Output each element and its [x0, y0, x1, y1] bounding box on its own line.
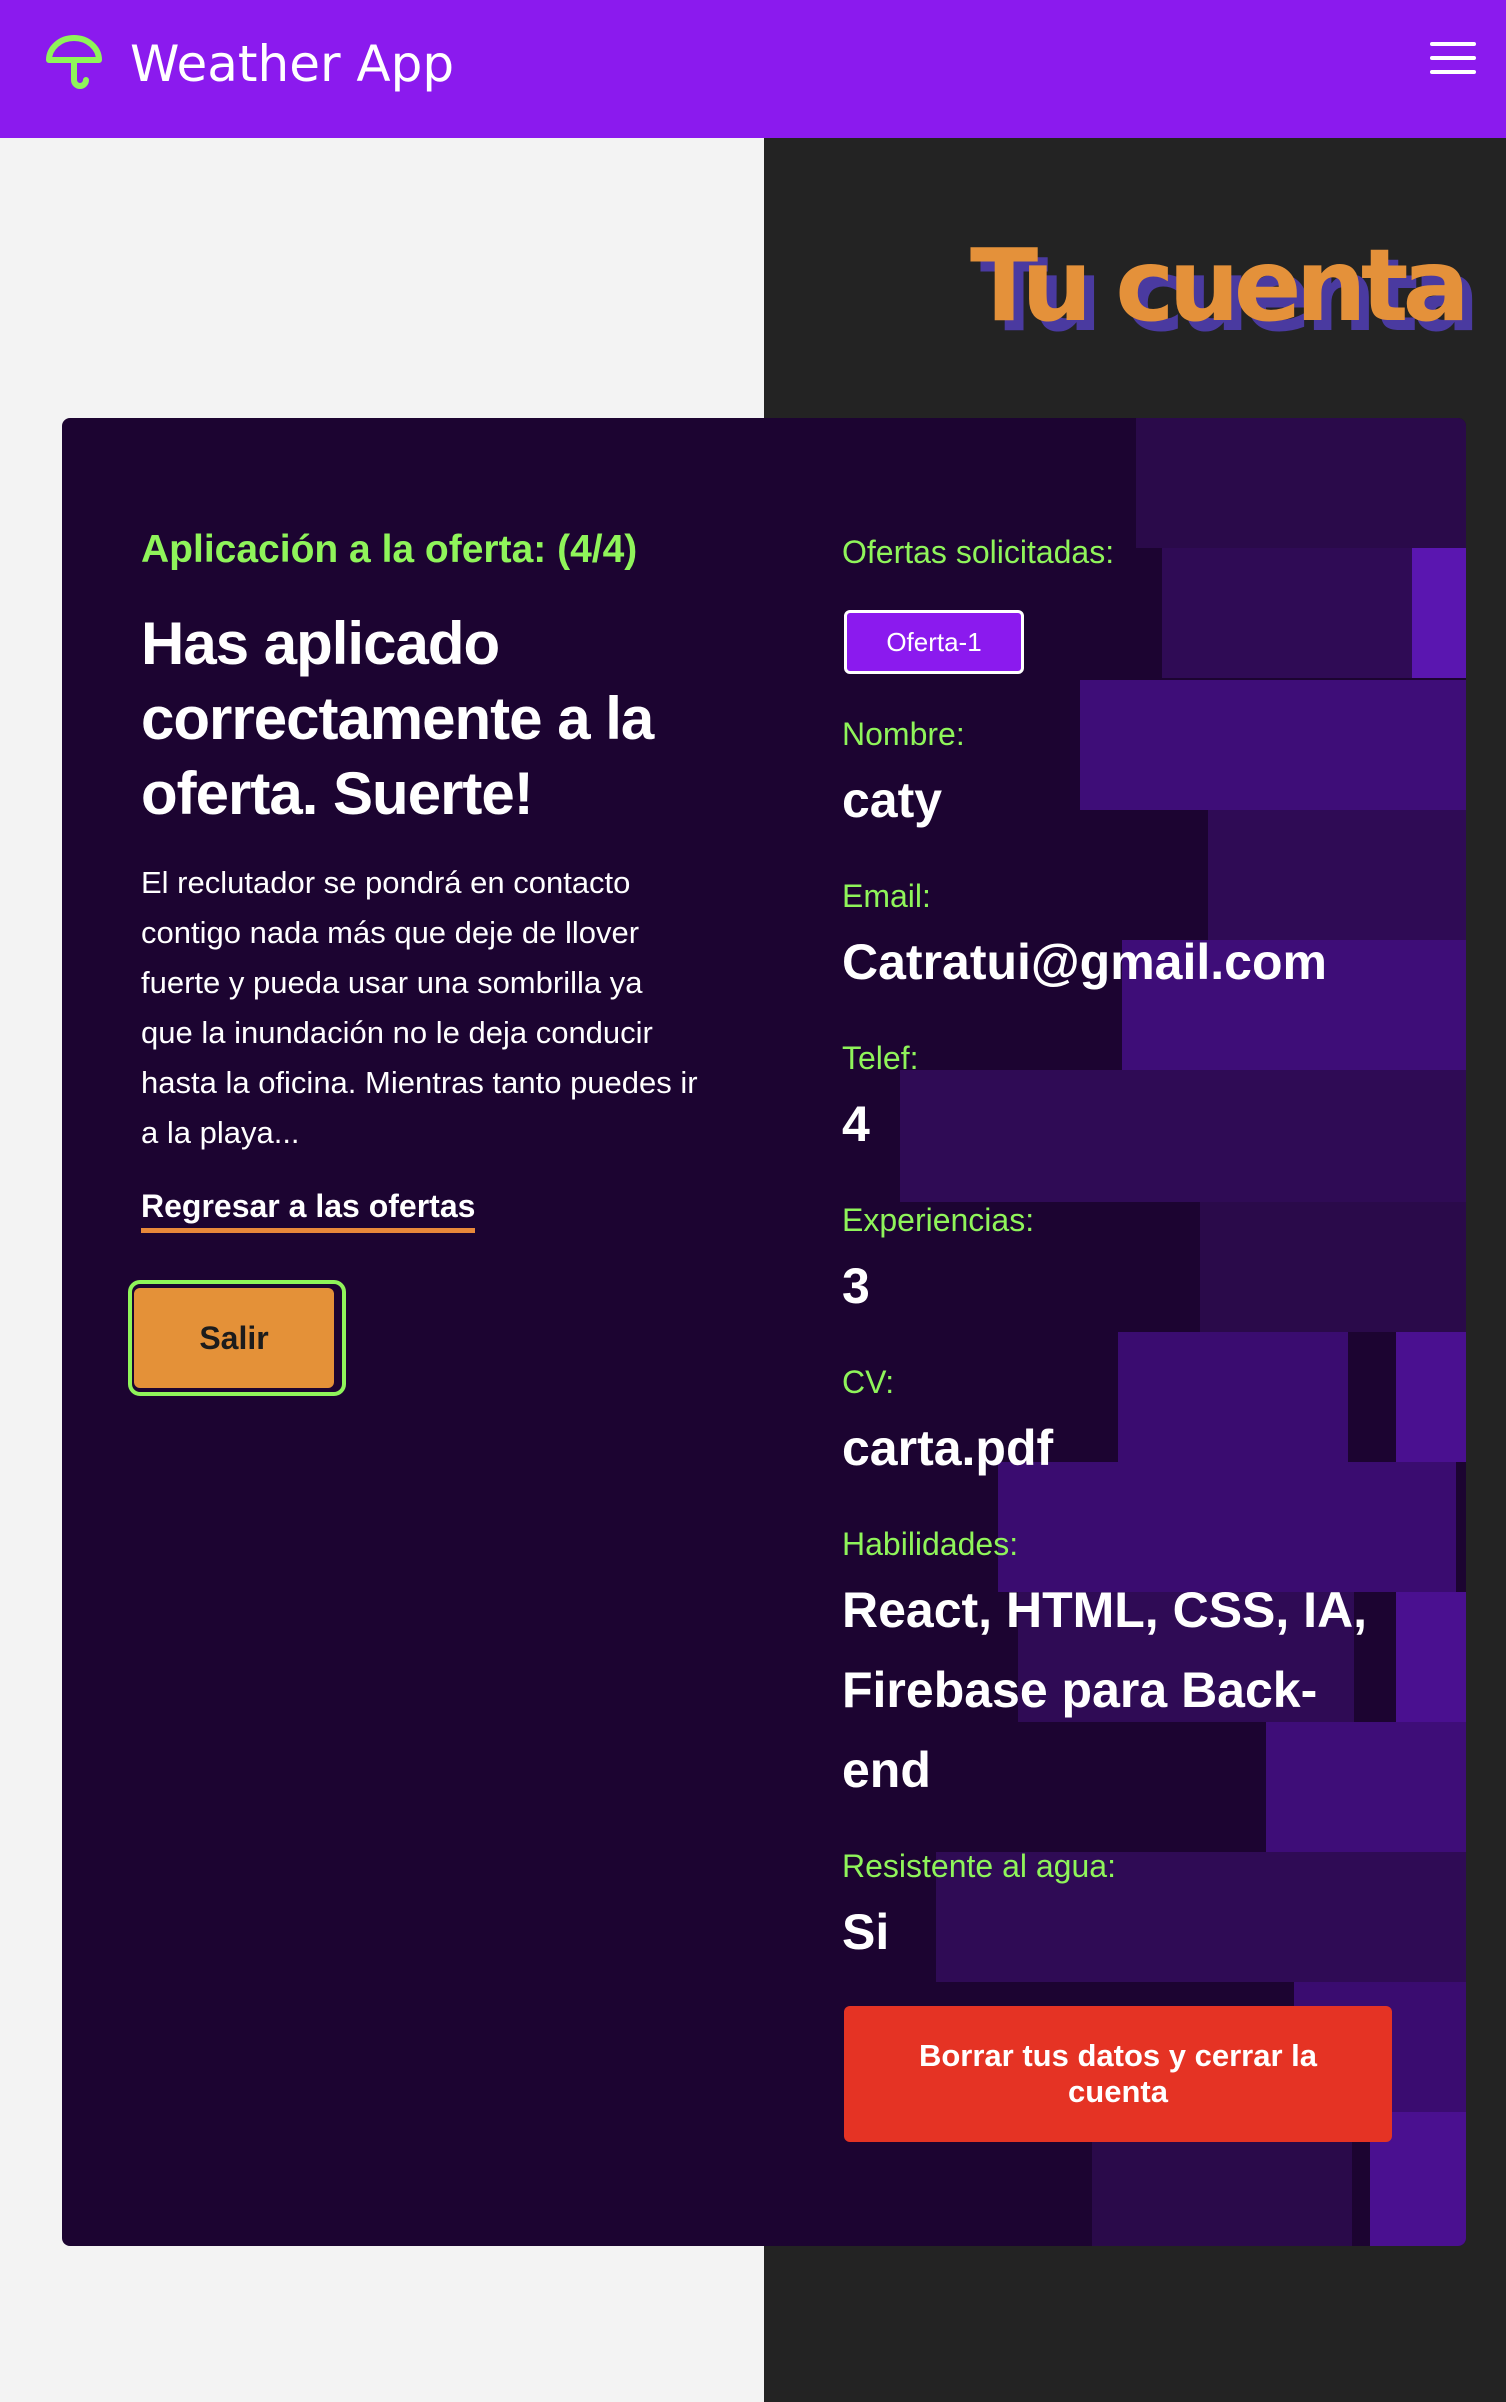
offers-label: Ofertas solicitadas:	[842, 534, 1115, 570]
experience-label: Experiencias:	[842, 1202, 1035, 1238]
success-headline: Has aplicado correctamente a la oferta. …	[141, 610, 654, 827]
account-card: Aplicación a la oferta: (4/4) Has aplica…	[62, 418, 1466, 2246]
cv-value[interactable]: carta.pdf	[842, 1408, 1053, 1488]
phone-label: Telef:	[842, 1040, 919, 1076]
name-value: caty	[842, 772, 943, 828]
application-step: Aplicación a la oferta: (4/4)	[141, 528, 638, 571]
umbrella-icon[interactable]	[44, 34, 104, 94]
waterproof-value: Si	[842, 1904, 890, 1960]
delete-account-button[interactable]: Borrar tus datos y cerrar la cuenta	[844, 2006, 1392, 2142]
offer-chip[interactable]: Oferta-1	[844, 610, 1024, 674]
application-description: El reclutador se pondrá en contacto cont…	[141, 865, 698, 1150]
email-value: Catratui@gmail.com	[842, 934, 1327, 990]
name-label: Nombre:	[842, 716, 965, 752]
phone-value: 4	[842, 1096, 870, 1152]
email-label: Email:	[842, 878, 931, 914]
experience-value: 3	[842, 1258, 870, 1314]
exit-button[interactable]: Salir	[134, 1288, 334, 1388]
cv-label: CV:	[842, 1364, 895, 1400]
back-to-offers-link[interactable]: Regresar a las ofertas	[141, 1186, 476, 1233]
waterproof-label: Resistente al agua:	[842, 1848, 1116, 1884]
skills-value: React, HTML, CSS, IA, Firebase para Back…	[842, 1582, 1368, 1798]
skills-label: Habilidades:	[842, 1526, 1019, 1562]
top-navbar: Weather App	[0, 0, 1506, 138]
page-title: Tu cuenta	[970, 227, 1470, 344]
hamburger-menu-icon[interactable]	[1430, 42, 1476, 76]
app-title[interactable]: Weather App	[130, 34, 454, 94]
